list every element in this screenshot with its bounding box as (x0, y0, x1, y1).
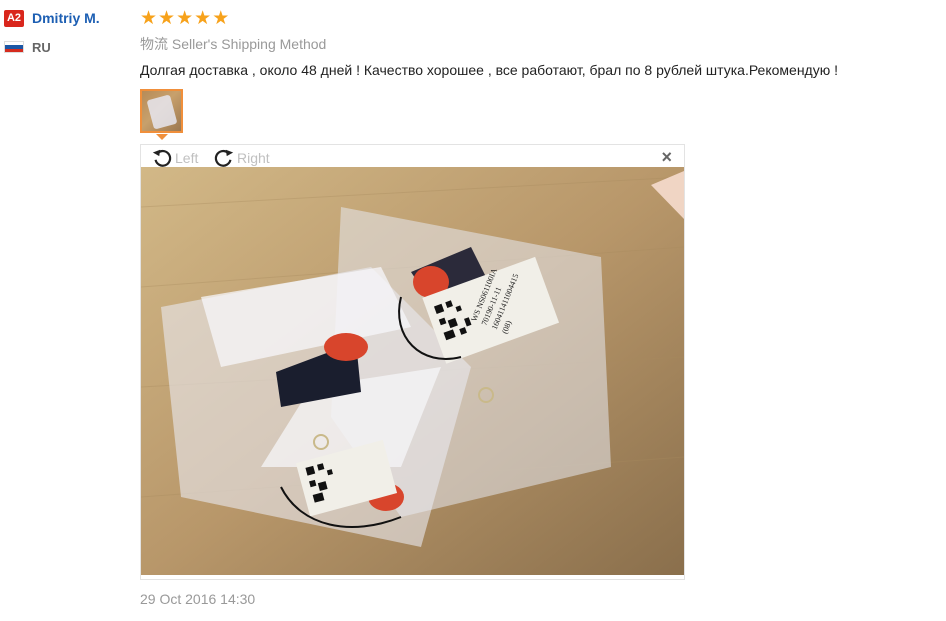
level-badge: A2 (4, 9, 24, 27)
star-icon: ★ (140, 7, 158, 29)
reviewer-row: A2 Dmitriy M. (4, 8, 124, 28)
shipping-method: Seller's Shipping Method (171, 36, 327, 52)
rotate-right-icon (214, 149, 234, 167)
shipping-info: 物流 Seller's Shipping Method (140, 34, 930, 54)
reviewer-name[interactable]: Dmitriy M. (32, 10, 100, 26)
country-code: RU (32, 39, 51, 55)
review-content: ★ ★ ★ ★ ★ 物流 Seller's Shipping Method До… (140, 8, 930, 607)
star-icon: ★ (158, 7, 176, 29)
russia-flag-icon (4, 41, 24, 53)
review-text: Долгая доставка , около 48 дней ! Качест… (140, 62, 839, 78)
photo-thumbnail[interactable] (140, 89, 183, 133)
star-icon: ★ (176, 7, 194, 29)
close-viewer-button[interactable]: × (661, 148, 672, 166)
review-photo: WS NS061100IA 70190-11-11 16041141100441… (141, 167, 684, 575)
review-item: A2 Dmitriy M. RU ★ ★ ★ ★ ★ 物流 Seller's S… (0, 0, 946, 621)
star-icon: ★ (194, 7, 212, 29)
thumbnail-image (146, 94, 178, 130)
star-rating: ★ ★ ★ ★ ★ (140, 8, 930, 28)
photo-viewer: Left Right × WS NS061100IA 70190-11-11 1… (140, 144, 685, 580)
reviewer-info: A2 Dmitriy M. RU (4, 8, 124, 56)
review-timestamp: 29 Oct 2016 14:30 (140, 591, 256, 607)
rotate-right-button[interactable]: Right (213, 147, 270, 169)
rotate-right-label: Right (237, 150, 270, 166)
country-row: RU (4, 38, 124, 56)
thumbnail-selected-arrow (156, 134, 168, 140)
rotate-left-label: Left (175, 150, 199, 166)
rotate-left-icon (152, 149, 172, 167)
rotate-left-button[interactable]: Left (151, 147, 198, 169)
star-icon: ★ (212, 7, 230, 29)
shipping-prefix: 物流 (140, 36, 168, 52)
photo-illustration: WS NS061100IA 70190-11-11 16041141100441… (141, 167, 684, 575)
viewer-toolbar: Left Right × (141, 145, 684, 167)
